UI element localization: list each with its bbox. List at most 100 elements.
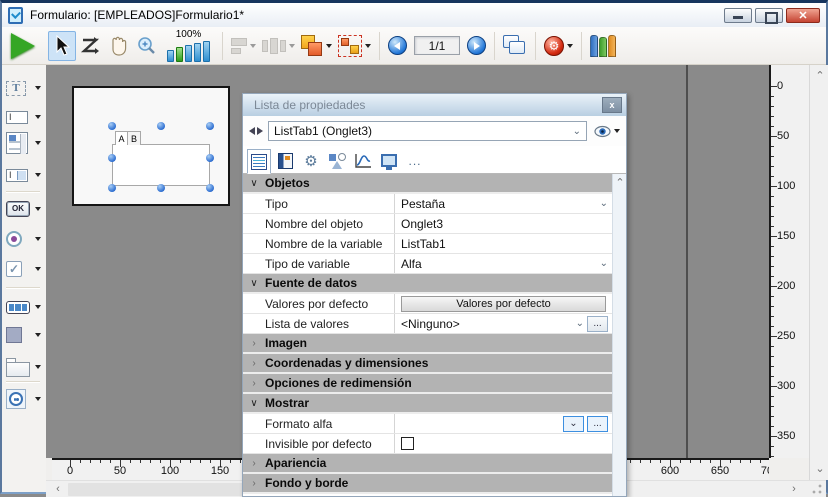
combo-box-tool[interactable]: I [2, 163, 46, 187]
chevron-collapsed-icon: › [243, 478, 265, 489]
library-button[interactable] [587, 31, 619, 61]
selection-handle[interactable] [206, 122, 214, 130]
selection-handle[interactable] [157, 122, 165, 130]
align-icon [231, 38, 247, 54]
vertical-ruler: 050100150200250300350 [769, 65, 809, 458]
section-header-opciones-de-redimensi-n[interactable]: ›Opciones de redimensión [243, 374, 612, 394]
property-list-scrollbar[interactable]: ⌃ [612, 174, 626, 496]
property-value[interactable]: ⌄... [395, 414, 612, 433]
vertical-scrollbar[interactable]: ⌃ ⌄ [809, 65, 828, 480]
tab-notes[interactable] [273, 148, 297, 173]
distribute-button[interactable] [259, 31, 298, 61]
page-indicator: 1/1 [414, 36, 460, 55]
property-value[interactable]: Valores por defecto [395, 294, 612, 313]
scroll-up-icon[interactable]: ⌃ [812, 69, 828, 83]
pan-tool-button[interactable] [104, 31, 132, 61]
value-text: <Ninguno> [401, 317, 576, 331]
section-label: Mostrar [265, 396, 309, 410]
options-button[interactable]: ⚙ [541, 31, 576, 61]
property-value[interactable]: Pestaña⌄ [395, 194, 612, 213]
zoom-bars-icon [167, 41, 210, 62]
ellipsis-button[interactable]: ... [587, 416, 608, 432]
property-list: ∨ObjetosTipoPestaña⌄Nombre del objetoOng… [243, 174, 626, 496]
tab-b[interactable]: B [128, 131, 141, 145]
close-button[interactable] [786, 8, 820, 23]
tab-advanced[interactable]: ⚙ [299, 148, 323, 173]
section-label: Apariencia [265, 456, 326, 470]
property-value[interactable]: <Ninguno>⌄... [395, 314, 612, 333]
shape-icon [6, 327, 22, 343]
radio-button-tool[interactable] [2, 227, 46, 251]
minimize-button[interactable] [724, 8, 752, 23]
properties-panel-titlebar[interactable]: Lista de propiedades x [243, 94, 626, 116]
value-checkbox[interactable] [401, 437, 414, 450]
align-button[interactable] [228, 31, 259, 61]
selection-handle[interactable] [206, 154, 214, 162]
run-icon [11, 33, 35, 59]
options-gear-icon: ⚙ [544, 36, 564, 56]
property-row: Lista de valores<Ninguno>⌄... [243, 314, 612, 334]
zoom-tool-button[interactable] [132, 31, 160, 61]
tab-display[interactable] [377, 148, 401, 173]
object-selector-combo[interactable]: ListTab1 (Onglet3) ⌄ [268, 121, 587, 141]
next-page-button[interactable] [464, 31, 489, 61]
selection-handle[interactable] [108, 154, 116, 162]
tab-order-button[interactable] [76, 31, 104, 61]
property-value[interactable]: Onglet3 [395, 214, 612, 233]
maximize-button[interactable] [755, 8, 783, 23]
tab-control-tool[interactable] [2, 355, 46, 379]
button-tool[interactable]: OK [2, 197, 46, 221]
chevron-down-icon[interactable]: ⌄ [600, 258, 608, 269]
tab-chart[interactable] [351, 148, 375, 173]
progress-bar-tool[interactable] [2, 295, 46, 319]
tab-more[interactable]: ... [403, 148, 427, 173]
chevron-down-icon[interactable]: ⌄ [600, 198, 608, 209]
tab-a[interactable]: A [115, 131, 128, 145]
property-value[interactable]: Alfa⌄ [395, 254, 612, 273]
visibility-menu-button[interactable] [594, 125, 620, 138]
static-text-tool[interactable]: T [2, 76, 46, 100]
section-header-fuente-de-datos[interactable]: ∨Fuente de datos [243, 274, 612, 294]
selection-handle[interactable] [157, 184, 165, 192]
ellipsis-button[interactable]: ... [587, 316, 608, 332]
object-prev-next-icons[interactable] [249, 127, 263, 135]
selection-handle[interactable] [108, 184, 116, 192]
chevron-down-icon[interactable]: ⌄ [563, 416, 584, 432]
resize-grip[interactable] [811, 483, 823, 495]
section-header-mostrar[interactable]: ∨Mostrar [243, 394, 612, 414]
tab-control-body[interactable] [112, 144, 210, 186]
edit-field-tool[interactable]: I [2, 105, 46, 129]
scroll-up-icon[interactable]: ⌃ [612, 176, 626, 190]
section-header-imagen[interactable]: ›Imagen [243, 334, 612, 354]
property-value[interactable]: ListTab1 [395, 234, 612, 253]
selection-handle[interactable] [206, 184, 214, 192]
section-header-apariencia[interactable]: ›Apariencia [243, 454, 612, 474]
list-box-tool[interactable] [2, 131, 46, 155]
checkbox-tool[interactable]: ✓ [2, 257, 46, 281]
ok-button-icon: OK [6, 201, 30, 217]
scroll-down-icon[interactable]: ⌄ [812, 462, 828, 476]
section-header-fondo-y-borde[interactable]: ›Fondo y borde [243, 474, 612, 494]
property-label: Nombre del objeto [243, 214, 395, 233]
value-button[interactable]: Valores por defecto [401, 296, 606, 312]
tab-details[interactable] [247, 149, 271, 174]
shape-tool[interactable] [2, 323, 46, 347]
layer-order-button[interactable] [298, 31, 335, 61]
panel-close-icon[interactable]: x [602, 97, 622, 113]
property-label: Valores por defecto [243, 294, 395, 313]
selection-group-button[interactable] [335, 31, 374, 61]
chevron-collapsed-icon: › [243, 378, 265, 389]
run-test-button[interactable] [8, 31, 48, 61]
property-value[interactable] [395, 434, 612, 453]
property-row: Nombre de la variableListTab1 [243, 234, 612, 254]
section-header-coordenadas-y-dimensiones[interactable]: ›Coordenadas y dimensiones [243, 354, 612, 374]
tab-style[interactable] [325, 148, 349, 173]
previous-page-button[interactable] [385, 31, 410, 61]
select-tool-button[interactable] [48, 31, 76, 61]
selection-handle[interactable] [108, 122, 116, 130]
ole-control-tool[interactable] [2, 387, 46, 411]
section-header-objetos[interactable]: ∨Objetos [243, 174, 612, 194]
zoom-level-control[interactable]: 100% [164, 31, 213, 61]
windows-list-button[interactable] [500, 31, 530, 61]
chevron-down-icon[interactable]: ⌄ [576, 318, 584, 329]
